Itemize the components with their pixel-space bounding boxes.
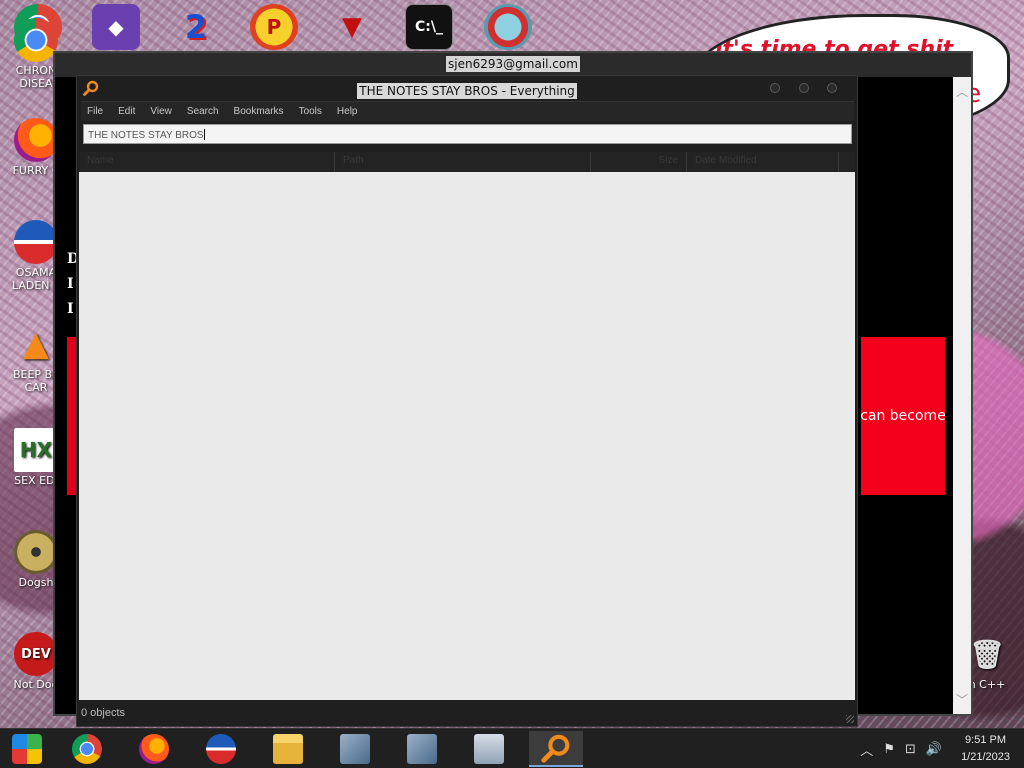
taskbar-file-explorer[interactable] <box>261 731 315 767</box>
vlc-icon: ▲ <box>22 323 50 364</box>
text-caret <box>203 129 205 140</box>
network-icon[interactable]: ⊡ <box>905 742 916 757</box>
taskbar-chrome[interactable] <box>60 731 114 767</box>
maximize-button[interactable] <box>799 83 809 93</box>
taskbar-everything[interactable] <box>529 731 583 767</box>
scroll-down-icon[interactable]: ﹀ <box>953 691 971 708</box>
results-list[interactable] <box>79 172 855 700</box>
windows-start-icon <box>12 734 42 764</box>
system-tray: ︿ ⚑ ⊡ 🔊 9:51 PM 1/21/2023 <box>855 731 1010 767</box>
firefox-icon <box>14 118 58 162</box>
close-button[interactable] <box>827 83 837 93</box>
resize-grip-icon[interactable] <box>846 715 854 723</box>
firefox-icon <box>139 734 169 764</box>
menu-tools[interactable]: Tools <box>293 106 331 117</box>
number-two-icon[interactable]: 2 <box>172 4 220 50</box>
desktop-icon-label: CHRON DISEA <box>15 64 57 90</box>
taskbar-obama[interactable] <box>194 731 248 767</box>
obama-logo-icon <box>206 734 236 764</box>
chrome-icon <box>14 18 58 62</box>
cmd-icon[interactable]: C:\_ <box>405 4 453 50</box>
disc-icon <box>14 530 58 574</box>
side-letter: I <box>67 276 74 292</box>
search-input[interactable]: THE NOTES STAY BROS <box>83 124 852 144</box>
taskbar: ︿ ⚑ ⊡ 🔊 9:51 PM 1/21/2023 <box>0 728 1024 768</box>
browser-scrollbar[interactable]: ︿ ﹀ <box>953 77 971 714</box>
bat-logo-icon[interactable]: ▼ <box>328 4 376 50</box>
menu-bookmarks[interactable]: Bookmarks <box>228 106 293 117</box>
obama-logo-icon <box>14 220 58 264</box>
start-button[interactable] <box>0 731 54 767</box>
menu-search[interactable]: Search <box>181 106 228 117</box>
browser-titlebar[interactable]: sjen6293@gmail.com <box>55 53 971 77</box>
menu-view[interactable]: View <box>144 106 181 117</box>
desktop-icon-label: Dogsh <box>18 576 54 589</box>
taskbar-task-manager[interactable] <box>462 731 516 767</box>
devcpp-icon: DEV <box>14 632 58 676</box>
p-logo-icon[interactable]: P <box>250 4 298 50</box>
window-title-wrap: THE NOTES STAY BROS - Everything <box>77 80 857 99</box>
status-text: 0 objects <box>81 707 126 719</box>
desktop-icon-label: n C++ <box>968 678 1006 691</box>
column-date-modified[interactable]: Date Modified <box>687 152 839 172</box>
chrome-icon <box>72 734 102 764</box>
everything-titlebar[interactable]: THE NOTES STAY BROS - Everything <box>77 76 857 100</box>
menu-edit[interactable]: Edit <box>112 106 144 117</box>
menu-bar: File Edit View Search Bookmarks Tools He… <box>81 101 854 121</box>
task-manager-icon <box>474 734 504 764</box>
status-bar: 0 objects <box>77 700 857 726</box>
clock-date: 1/21/2023 <box>961 751 1010 763</box>
menu-help[interactable]: Help <box>331 106 367 117</box>
taskbar-installer-1[interactable] <box>328 731 382 767</box>
chevron-up-icon[interactable]: ︿ <box>860 740 873 759</box>
window-title: THE NOTES STAY BROS - Everything <box>357 83 577 99</box>
installer-icon <box>340 734 370 764</box>
red-banner-text: can become <box>860 408 946 424</box>
hxd-icon: HX <box>14 428 58 472</box>
column-name[interactable]: Name <box>79 152 335 172</box>
browser-title: sjen6293@gmail.com <box>446 56 580 72</box>
everything-window[interactable]: THE NOTES STAY BROS - Everything File Ed… <box>76 75 858 727</box>
clock-time: 9:51 PM <box>965 734 1007 746</box>
column-path[interactable]: Path <box>335 152 591 172</box>
search-input-value: THE NOTES STAY BROS <box>88 130 204 141</box>
file-explorer-icon <box>273 734 303 764</box>
clock[interactable]: 9:51 PM 1/21/2023 <box>961 732 1010 766</box>
flag-icon[interactable]: ⚑ <box>883 742 895 757</box>
desktop-icon-label: SEX EDI <box>14 474 58 487</box>
side-letter: I <box>67 301 74 317</box>
column-header: Name Path Size Date Modified <box>79 152 855 172</box>
desktop-icon-label: Not Dog <box>13 678 59 691</box>
visual-studio-icon[interactable]: ◆ <box>92 4 140 50</box>
taskbar-firefox[interactable] <box>127 731 181 767</box>
taskbar-installer-2[interactable] <box>395 731 449 767</box>
volume-icon[interactable]: 🔊 <box>926 742 942 757</box>
red-banner-right: can become <box>860 337 946 495</box>
menu-file[interactable]: File <box>81 106 112 117</box>
installer-icon <box>407 734 437 764</box>
column-size[interactable]: Size <box>591 152 687 172</box>
minimize-button[interactable] <box>770 83 780 93</box>
cartoon-icon[interactable] <box>484 4 532 50</box>
scroll-up-icon[interactable]: ︿ <box>953 83 971 100</box>
everything-search-icon <box>541 734 570 763</box>
